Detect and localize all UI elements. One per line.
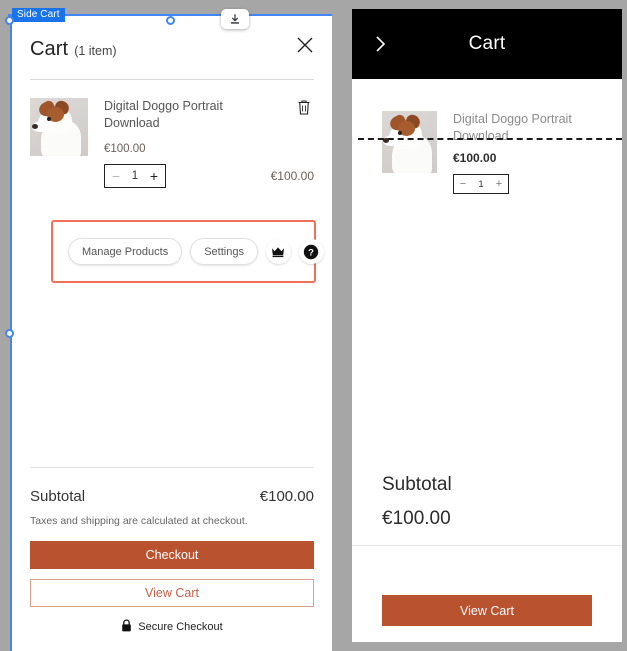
preview-quantity-value[interactable]: 1 <box>472 179 490 190</box>
preview-subtotal-label: Subtotal <box>382 474 452 495</box>
preview-product-price: €100.00 <box>453 151 497 165</box>
side-cart-panel: Cart (1 item) Digital Doggo Portrait Dow… <box>10 16 332 651</box>
line-item-total: €100.00 <box>270 169 314 183</box>
preview-footer-divider <box>352 545 622 546</box>
selection-label: Side Cart <box>12 8 65 22</box>
preview-subtotal: Subtotal €100.00 <box>382 474 452 530</box>
preview-line-item: Digital Doggo Portrait Download €100.00 … <box>352 79 622 194</box>
view-cart-button[interactable]: View Cart <box>30 579 314 607</box>
preview-view-cart-button[interactable]: View Cart <box>382 595 592 626</box>
subtotal-label: Subtotal <box>30 488 86 505</box>
subtotal-value: €100.00 <box>259 488 314 505</box>
preview-title: Cart <box>468 33 506 54</box>
subtotal-row: Subtotal €100.00 <box>12 468 332 505</box>
editor-canvas: Cart (1 item) Digital Doggo Portrait Dow… <box>0 0 340 651</box>
preview-header: Cart <box>352 9 622 79</box>
preview-product-thumbnail <box>382 111 437 173</box>
preview-alignment-guide <box>358 138 622 140</box>
product-name: Digital Doggo Portrait Download <box>104 99 223 130</box>
preview-quantity-increase-button[interactable]: + <box>490 178 508 190</box>
checkout-button[interactable]: Checkout <box>30 541 314 569</box>
preview-subtotal-value: €100.00 <box>382 508 451 529</box>
tax-note: Taxes and shipping are calculated at che… <box>30 515 248 527</box>
cart-title: Cart <box>30 38 69 60</box>
secure-checkout-note: Secure Checkout <box>12 607 332 651</box>
settings-button[interactable]: Settings <box>190 238 258 265</box>
resize-handle-left-middle[interactable] <box>5 329 14 338</box>
preview-quantity-stepper[interactable]: − 1 + <box>453 174 509 194</box>
svg-text:?: ? <box>309 247 315 258</box>
close-icon[interactable] <box>294 34 316 56</box>
trash-icon[interactable] <box>296 98 312 116</box>
quantity-decrease-button[interactable]: − <box>105 165 127 187</box>
quantity-increase-button[interactable]: + <box>143 165 165 187</box>
product-info: Digital Doggo Portrait Download €100.00 <box>88 98 314 156</box>
download-icon[interactable] <box>221 9 249 29</box>
secure-checkout-label: Secure Checkout <box>138 621 223 633</box>
cart-line-item: Digital Doggo Portrait Download €100.00 <box>12 80 332 156</box>
resize-handle-top-left[interactable] <box>5 16 14 25</box>
editor-toolbar: Manage Products Settings ? <box>51 220 324 283</box>
storefront-preview-panel: Cart Digital Doggo Portrait Download €10… <box>352 9 622 642</box>
crown-icon[interactable] <box>265 239 291 264</box>
quantity-stepper[interactable]: − 1 + <box>104 164 166 188</box>
help-circle-icon[interactable]: ? <box>298 239 324 264</box>
product-unit-price: €100.00 <box>104 143 146 155</box>
product-thumbnail <box>30 98 88 156</box>
lock-icon <box>121 619 132 635</box>
quantity-value[interactable]: 1 <box>127 170 143 182</box>
cart-item-count: (1 item) <box>74 44 117 58</box>
chevron-right-icon[interactable] <box>374 35 388 53</box>
manage-products-button[interactable]: Manage Products <box>68 238 183 265</box>
resize-handle-top-middle[interactable] <box>166 16 175 25</box>
preview-quantity-decrease-button[interactable]: − <box>454 178 472 190</box>
preview-product-info: Digital Doggo Portrait Download €100.00 … <box>437 111 573 194</box>
quantity-row: − 1 + €100.00 <box>12 156 332 188</box>
